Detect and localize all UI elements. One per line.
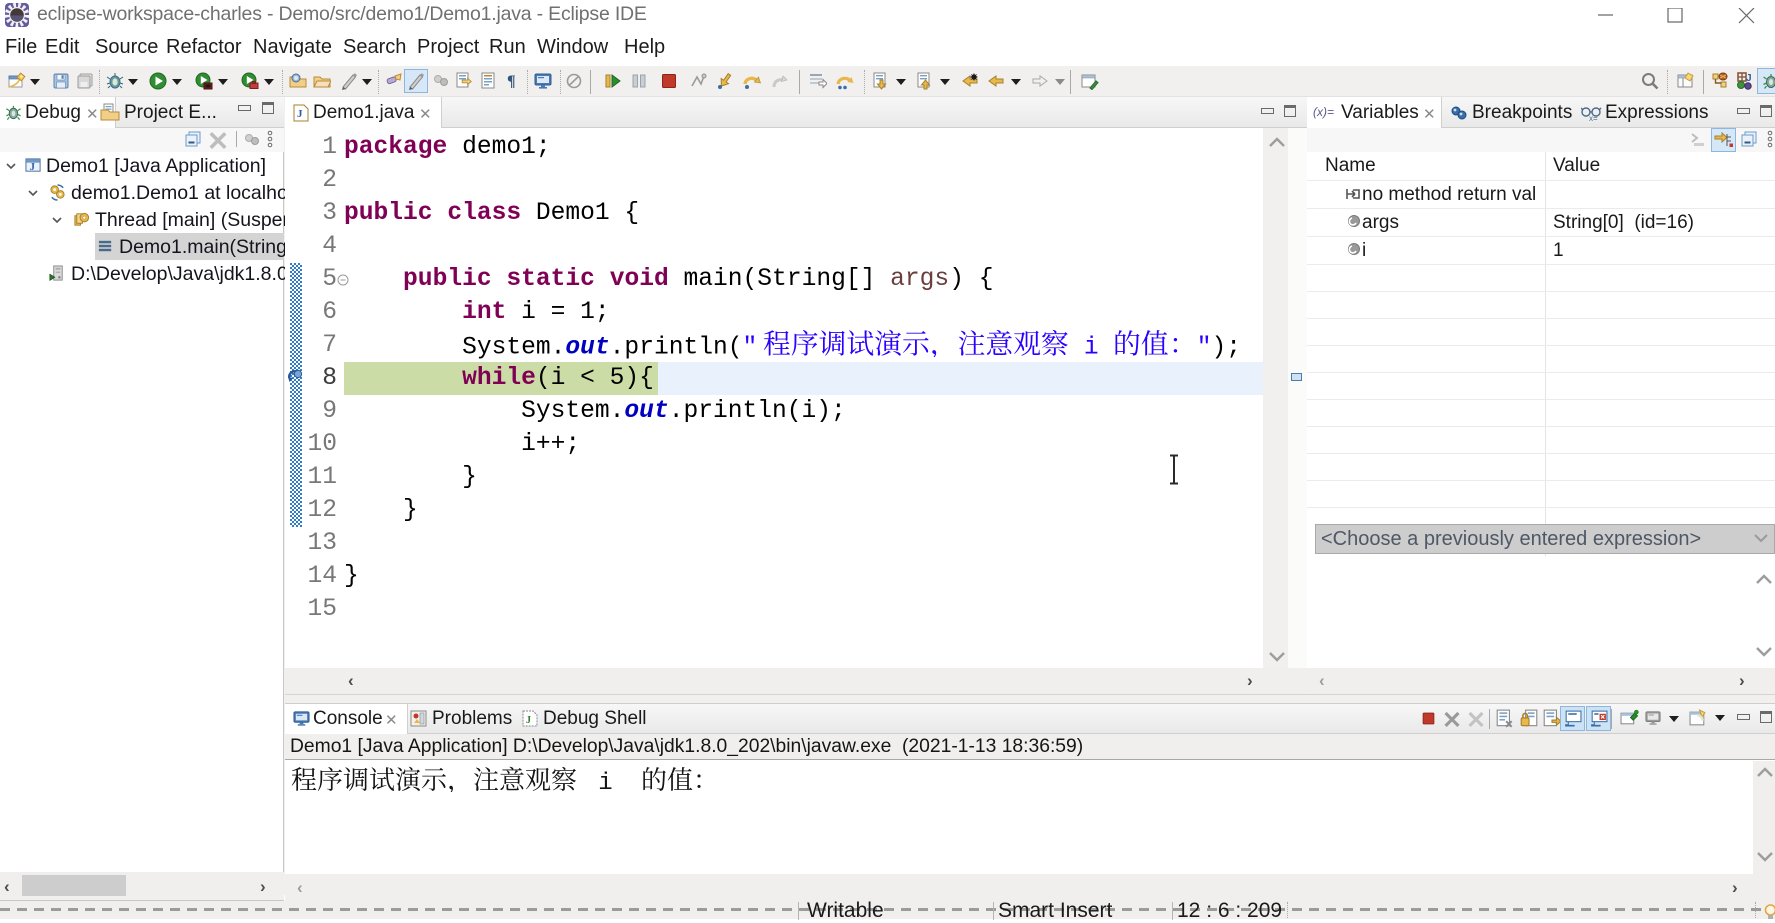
svg-text:J: J [297, 108, 303, 120]
svg-text:J: J [526, 715, 531, 726]
svg-text:x=: x= [1589, 114, 1598, 122]
svg-text:¶: ¶ [507, 73, 516, 90]
svg-text:J: J [1746, 73, 1752, 84]
svg-text:J: J [30, 162, 35, 173]
